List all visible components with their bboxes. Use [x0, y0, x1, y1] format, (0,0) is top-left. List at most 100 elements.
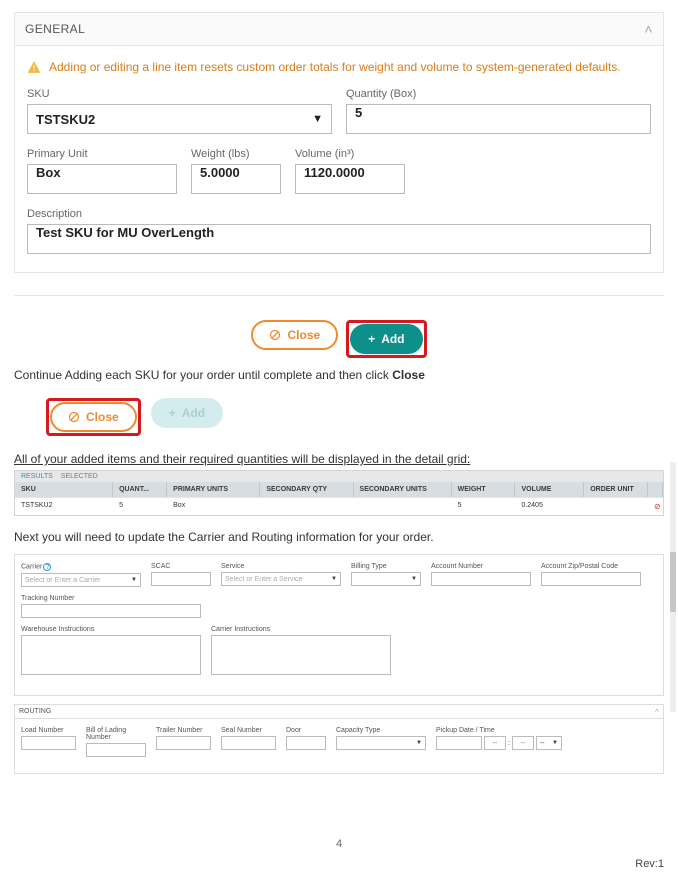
- qty-value: 5: [355, 105, 362, 120]
- detail-grid: RESULTS SELECTED SKU QUANT... PRIMARY UN…: [14, 470, 664, 516]
- service-select[interactable]: Select or Enter a Service ▼: [221, 572, 341, 586]
- button-row-1: Close + Add: [14, 320, 664, 358]
- tracking-input[interactable]: [21, 604, 201, 618]
- punit-label: Primary Unit: [27, 148, 177, 160]
- close-button[interactable]: Close: [251, 320, 338, 350]
- warning-text: Adding or editing a line item resets cus…: [49, 60, 621, 74]
- pickup-ampm[interactable]: --▼: [536, 736, 562, 750]
- caret-down-icon: ▼: [416, 740, 422, 746]
- instruction-3: Next you will need to update the Carrier…: [14, 530, 664, 544]
- cell-vol: 0.2405: [515, 498, 584, 515]
- cell-pu: Box: [167, 498, 260, 515]
- pickup-hour[interactable]: [484, 736, 506, 750]
- cell-sq: [260, 498, 353, 515]
- pickup-label: Pickup Date / Time: [436, 727, 586, 734]
- tab-selected[interactable]: SELECTED: [61, 473, 98, 480]
- weight-label: Weight (lbs): [191, 148, 281, 160]
- carrier-label: Carrier?: [21, 563, 141, 571]
- cell-delete[interactable]: ⊘: [648, 498, 663, 515]
- pickup-datetime[interactable]: : --▼: [436, 736, 586, 750]
- billing-select[interactable]: ▼: [351, 572, 421, 586]
- seal-input[interactable]: [221, 736, 276, 750]
- door-input[interactable]: [286, 736, 326, 750]
- weight-input[interactable]: 5.0000: [191, 164, 281, 194]
- add-button-disabled: + Add: [151, 398, 223, 428]
- plus-icon: +: [368, 332, 375, 346]
- caret-down-icon: ▼: [552, 740, 558, 746]
- volume-input[interactable]: 1120.0000: [295, 164, 405, 194]
- plus-icon: +: [169, 406, 176, 420]
- col-secondary-units[interactable]: SECONDARY UNITS: [354, 482, 452, 497]
- col-weight[interactable]: WEIGHT: [452, 482, 516, 497]
- pickup-min[interactable]: [512, 736, 534, 750]
- punit-input: Box: [27, 164, 177, 194]
- cell-su: [354, 498, 452, 515]
- table-row[interactable]: TSTSKU2 5 Box 5 0.2405 ⊘: [15, 497, 663, 515]
- carrier-instructions[interactable]: [211, 635, 391, 675]
- caret-down-icon: ▼: [331, 576, 337, 582]
- caret-down-icon: ▼: [411, 576, 417, 582]
- cell-ou: [584, 498, 648, 515]
- carrier-select[interactable]: Select or Enter a Carrier ▼: [21, 573, 141, 587]
- col-primary-units[interactable]: PRIMARY UNITS: [167, 482, 260, 497]
- qty-input[interactable]: 5: [346, 104, 651, 134]
- sku-select[interactable]: TSTSKU2 ▼: [27, 104, 332, 134]
- trailer-label: Trailer Number: [156, 727, 211, 734]
- highlight-box-close: Close: [46, 398, 141, 436]
- load-label: Load Number: [21, 727, 76, 734]
- warehouse-instructions[interactable]: [21, 635, 201, 675]
- scac-input[interactable]: [151, 572, 211, 586]
- scrollbar[interactable]: [670, 462, 676, 712]
- routing-panel-header[interactable]: ROUTING ˄: [14, 704, 664, 719]
- help-icon[interactable]: ?: [43, 563, 51, 571]
- acct-input[interactable]: [431, 572, 531, 586]
- col-secondary-qty[interactable]: SECONDARY QTY: [260, 482, 353, 497]
- pickup-date-input[interactable]: [436, 736, 482, 750]
- prohibit-icon: [269, 329, 281, 341]
- tracking-label: Tracking Number: [21, 595, 201, 602]
- warning-banner: Adding or editing a line item resets cus…: [27, 60, 651, 74]
- col-sku[interactable]: SKU: [15, 482, 113, 497]
- sku-value: TSTSKU2: [36, 112, 95, 127]
- cell-qty: 5: [113, 498, 167, 515]
- page-number: 4: [0, 838, 678, 850]
- general-heading: GENERAL: [25, 22, 85, 36]
- caret-down-icon: ▼: [304, 113, 323, 125]
- load-input[interactable]: [21, 736, 76, 750]
- cap-select[interactable]: ▼: [336, 736, 426, 750]
- volume-label: Volume (in³): [295, 148, 405, 160]
- routing-panel-body: Load Number Bill of Lading Number Traile…: [14, 719, 664, 774]
- instruction-1: Continue Adding each SKU for your order …: [14, 368, 664, 382]
- bol-input[interactable]: [86, 743, 146, 757]
- general-panel-body: Adding or editing a line item resets cus…: [14, 46, 664, 273]
- add-button[interactable]: + Add: [350, 324, 422, 354]
- zip-input[interactable]: [541, 572, 641, 586]
- desc-input[interactable]: Test SKU for MU OverLength: [27, 224, 651, 254]
- tab-results[interactable]: RESULTS: [21, 473, 53, 480]
- service-label: Service: [221, 563, 341, 570]
- qty-label: Quantity (Box): [346, 88, 651, 100]
- delete-icon[interactable]: ⊘: [654, 502, 661, 511]
- collapse-chevron-icon[interactable]: ˄: [655, 708, 659, 715]
- col-volume[interactable]: VOLUME: [515, 482, 584, 497]
- col-actions: [648, 482, 663, 497]
- billing-label: Billing Type: [351, 563, 421, 570]
- desc-label: Description: [27, 208, 651, 220]
- warning-triangle-icon: [27, 60, 41, 74]
- cap-label: Capacity Type: [336, 727, 426, 734]
- col-order-unit[interactable]: ORDER UNIT: [584, 482, 648, 497]
- collapse-chevron-icon[interactable]: ˄: [644, 21, 653, 37]
- general-panel-header[interactable]: GENERAL ˄: [14, 12, 664, 46]
- cinstr-label: Carrier Instructions: [211, 626, 391, 633]
- col-qty[interactable]: QUANT...: [113, 482, 167, 497]
- button-row-2: Close + Add: [46, 398, 664, 436]
- scrollbar-thumb[interactable]: [670, 552, 676, 612]
- seal-label: Seal Number: [221, 727, 276, 734]
- close-button-2[interactable]: Close: [50, 402, 137, 432]
- highlight-box-add: + Add: [346, 320, 426, 358]
- instruction-2: All of your added items and their requir…: [14, 452, 664, 466]
- trailer-input[interactable]: [156, 736, 211, 750]
- cell-sku: TSTSKU2: [15, 498, 113, 515]
- carrier-panel: Carrier? Select or Enter a Carrier ▼ SCA…: [14, 554, 664, 696]
- routing-heading: ROUTING: [19, 708, 51, 715]
